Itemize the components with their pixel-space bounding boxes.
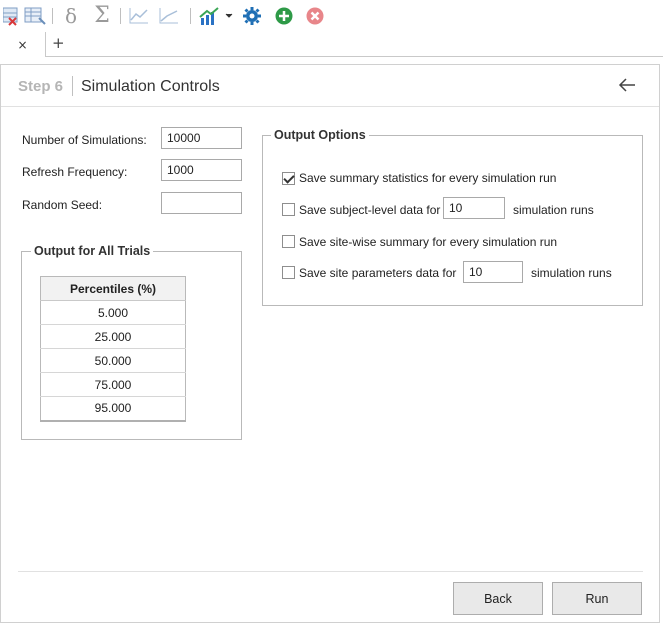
table-cell[interactable]: 75.000 <box>40 372 186 397</box>
random-seed-label: Random Seed: <box>22 198 103 212</box>
table-row: 50.000 <box>40 348 186 373</box>
close-tab-icon[interactable]: × <box>17 38 27 52</box>
toolbar-separator <box>190 8 191 24</box>
back-arrow-icon[interactable] <box>615 73 639 97</box>
page-title: Simulation Controls <box>81 78 220 95</box>
percentiles-column-header[interactable]: Percentiles (%) <box>40 276 186 301</box>
save-site-wise-checkbox[interactable] <box>282 235 295 248</box>
save-summary-label[interactable]: Save summary statistics for every simula… <box>299 171 556 185</box>
line-chart-icon[interactable] <box>128 5 150 27</box>
save-site-wise-label[interactable]: Save site-wise summary for every simulat… <box>299 235 557 249</box>
table-cell[interactable]: 95.000 <box>40 396 186 422</box>
remove-icon[interactable] <box>304 5 326 27</box>
save-site-parameters-checkbox[interactable] <box>282 266 295 279</box>
output-all-trials-group: Output for All Trials Percentiles (%) 5.… <box>21 244 242 440</box>
settings-gear-icon[interactable] <box>241 5 263 27</box>
document-tab[interactable]: × <box>0 32 46 57</box>
num-simulations-label: Number of Simulations: <box>22 133 147 147</box>
refresh-frequency-input[interactable] <box>161 159 242 181</box>
save-subject-level-label[interactable]: Save subject-level data for <box>299 203 440 217</box>
subject-level-runs-suffix: simulation runs <box>513 203 594 217</box>
delta-icon[interactable]: δ <box>60 5 82 27</box>
output-options-title: Output Options <box>271 128 369 142</box>
table-cell[interactable]: 50.000 <box>40 348 186 373</box>
toolbar: δ Σ <box>0 0 663 32</box>
header-separator <box>72 76 73 96</box>
table-header-row: Percentiles (%) <box>40 276 186 301</box>
panel-header: Step 6 Simulation Controls <box>1 65 659 107</box>
subject-level-runs-input[interactable] <box>443 197 505 219</box>
dropdown-arrow-icon[interactable] <box>222 5 236 27</box>
table-cell[interactable]: 5.000 <box>40 300 186 325</box>
num-simulations-input[interactable] <box>161 127 242 149</box>
site-parameters-runs-suffix: simulation runs <box>531 266 612 280</box>
add-tab-icon[interactable]: + <box>52 34 65 52</box>
back-button[interactable]: Back <box>453 582 543 615</box>
save-site-parameters-label[interactable]: Save site parameters data for <box>299 266 456 280</box>
toolbar-separator <box>120 8 121 24</box>
output-options-group: Output Options Save summary statistics f… <box>262 128 643 306</box>
run-button[interactable]: Run <box>552 582 642 615</box>
bar-chart-icon[interactable] <box>198 5 220 27</box>
percentiles-table: Percentiles (%) 5.000 25.000 50.000 75.0… <box>40 276 186 422</box>
table-grid-icon[interactable] <box>24 5 46 27</box>
toolbar-separator <box>52 8 53 24</box>
refresh-frequency-label: Refresh Frequency: <box>22 165 128 179</box>
random-seed-input[interactable] <box>161 192 242 214</box>
save-subject-level-checkbox[interactable] <box>282 203 295 216</box>
sigma-glyph: Σ <box>94 3 110 28</box>
table-row: 75.000 <box>40 372 186 397</box>
tab-strip: × + <box>0 32 663 57</box>
delete-table-icon[interactable] <box>0 5 22 27</box>
table-row: 95.000 <box>40 396 186 422</box>
simulation-controls-panel: Step 6 Simulation Controls Number of Sim… <box>0 64 660 623</box>
sigma-icon[interactable]: Σ <box>91 5 113 27</box>
site-parameters-runs-input[interactable] <box>463 261 523 283</box>
output-all-trials-title: Output for All Trials <box>31 244 154 258</box>
line-chart-2-icon[interactable] <box>158 5 180 27</box>
table-row: 25.000 <box>40 324 186 349</box>
add-icon[interactable] <box>273 5 295 27</box>
step-label: Step 6 <box>18 78 64 95</box>
table-row: 5.000 <box>40 300 186 325</box>
table-cell[interactable]: 25.000 <box>40 324 186 349</box>
save-summary-checkbox[interactable] <box>282 172 295 185</box>
delta-glyph: δ <box>64 4 78 28</box>
footer-divider <box>18 571 643 572</box>
